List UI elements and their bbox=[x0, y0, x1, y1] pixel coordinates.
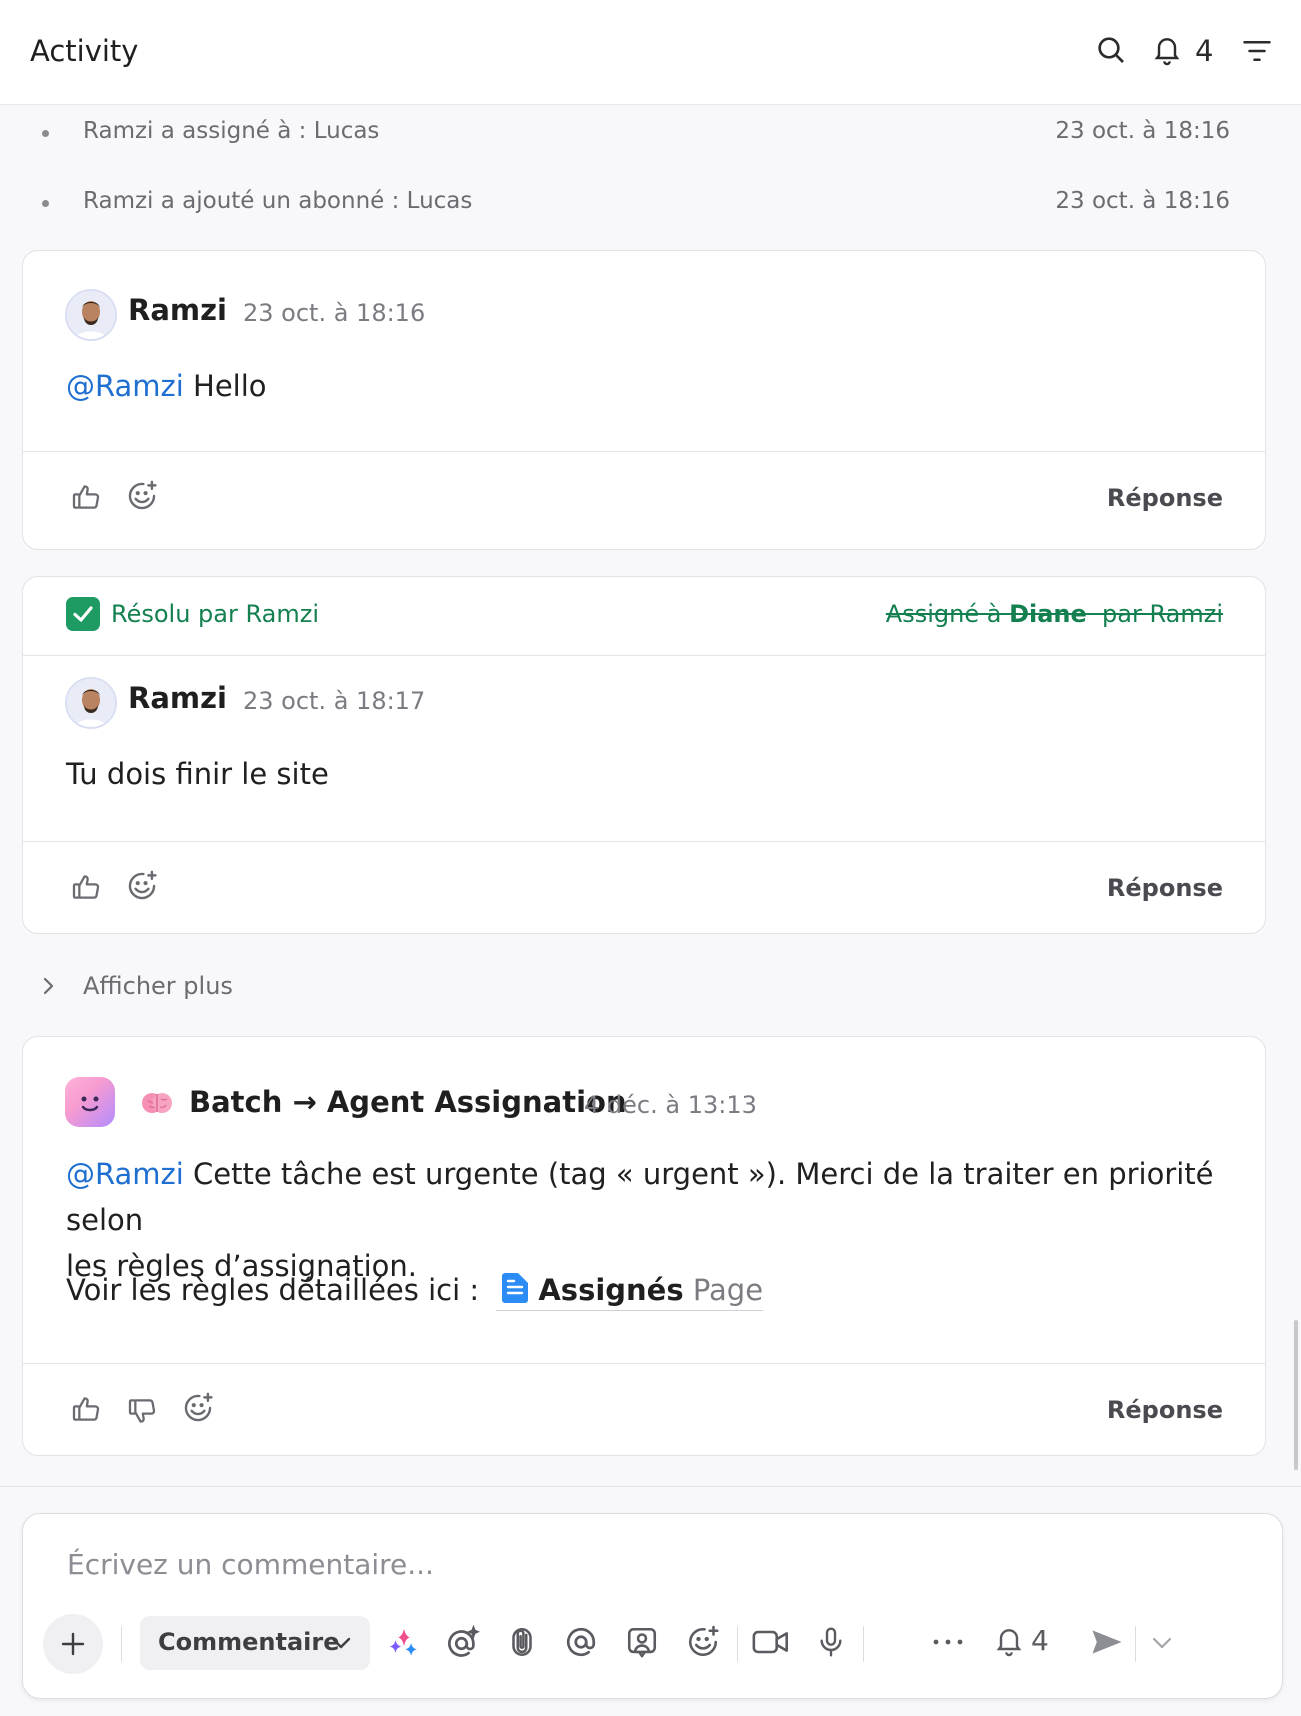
divider bbox=[23, 451, 1265, 452]
mention-ai-icon[interactable] bbox=[445, 1624, 481, 1660]
comment-type-dropdown[interactable]: Commentaire bbox=[140, 1616, 370, 1670]
comment-time: 4 déc. à 13:13 bbox=[584, 1091, 757, 1119]
doc-name: Assignés bbox=[538, 1273, 684, 1307]
history-item: Ramzi a ajouté un abonné : Lucas 23 oct.… bbox=[0, 182, 1270, 222]
history-text: Ramzi a ajouté un abonné : Lucas bbox=[83, 188, 473, 214]
history-item: Ramzi a assigné à : Lucas 23 oct. à 18:1… bbox=[0, 112, 1270, 152]
history-text: Ramzi a assigné à : Lucas bbox=[83, 118, 380, 144]
comment-author[interactable]: Batch → Agent Assignation bbox=[189, 1085, 627, 1119]
comment-time: 23 oct. à 18:17 bbox=[243, 687, 426, 715]
comment-author[interactable]: Ramzi bbox=[128, 681, 227, 715]
avatar bbox=[65, 289, 117, 341]
assign-icon[interactable] bbox=[625, 1624, 659, 1660]
comment-type-label: Commentaire bbox=[158, 1628, 340, 1656]
history-time: 23 oct. à 18:16 bbox=[1055, 118, 1230, 144]
chevron-right-icon bbox=[43, 977, 54, 995]
thumbs-up-icon[interactable] bbox=[70, 1393, 102, 1425]
ai-sparkle-icon[interactable] bbox=[387, 1626, 421, 1660]
activity-feed: Ramzi a assigné à : Lucas 23 oct. à 18:1… bbox=[0, 106, 1301, 1486]
bell-icon[interactable] bbox=[1151, 33, 1183, 67]
document-icon bbox=[502, 1273, 529, 1303]
reply-button[interactable]: Réponse bbox=[1107, 874, 1223, 902]
assigned-suffix: par Ramzi bbox=[1086, 600, 1223, 628]
thumbs-down-icon[interactable] bbox=[126, 1395, 158, 1427]
add-reaction-icon[interactable] bbox=[181, 1391, 215, 1425]
video-icon[interactable] bbox=[751, 1626, 791, 1658]
mention-link[interactable]: @Ramzi bbox=[66, 369, 184, 403]
reply-button[interactable]: Réponse bbox=[1107, 484, 1223, 512]
thumbs-up-icon[interactable] bbox=[70, 481, 102, 513]
reply-button[interactable]: Réponse bbox=[1107, 1396, 1223, 1424]
comment-body: @Ramzi Hello bbox=[66, 363, 267, 409]
comment-body: Tu dois finir le site bbox=[66, 757, 329, 791]
comment-card: Résolu par Ramzi Assigné à Diane par Ram… bbox=[22, 576, 1266, 934]
search-icon[interactable] bbox=[1095, 34, 1127, 66]
avatar bbox=[65, 677, 117, 729]
history-time: 23 oct. à 18:16 bbox=[1055, 188, 1230, 214]
comment-text: Hello bbox=[183, 369, 267, 403]
divider bbox=[863, 1626, 864, 1662]
composer-area: Écrivez un commentaire... Commentaire 4 bbox=[0, 1486, 1301, 1716]
chevron-down-icon bbox=[331, 1637, 351, 1649]
at-mention-icon[interactable] bbox=[563, 1624, 599, 1660]
show-more-label: Afficher plus bbox=[83, 972, 233, 1000]
filter-icon[interactable] bbox=[1242, 38, 1272, 64]
notify-count[interactable]: 4 bbox=[1031, 1624, 1049, 1657]
plus-icon bbox=[61, 1632, 85, 1656]
bullet bbox=[42, 200, 49, 207]
activity-header: Activity 4 bbox=[0, 0, 1301, 105]
divider bbox=[737, 1626, 738, 1662]
divider bbox=[23, 841, 1265, 842]
divider bbox=[1135, 1626, 1136, 1662]
page-title: Activity bbox=[30, 34, 139, 68]
add-attachment-button[interactable] bbox=[43, 1614, 103, 1674]
comment-input[interactable]: Écrivez un commentaire... bbox=[67, 1548, 434, 1581]
divider bbox=[23, 655, 1265, 656]
doc-type: Page bbox=[692, 1273, 764, 1307]
scrollbar[interactable] bbox=[1294, 1320, 1298, 1470]
comment-card: Batch → Agent Assignation 4 déc. à 13:13… bbox=[22, 1036, 1266, 1456]
notify-bell-icon[interactable] bbox=[993, 1624, 1025, 1658]
more-options-icon[interactable] bbox=[931, 1636, 965, 1648]
divider bbox=[121, 1626, 122, 1662]
bot-avatar bbox=[65, 1077, 115, 1127]
comment-author[interactable]: Ramzi bbox=[128, 293, 227, 327]
show-more-button[interactable]: Afficher plus bbox=[0, 964, 400, 1008]
mention-link[interactable]: @Ramzi bbox=[66, 1157, 184, 1191]
divider bbox=[23, 1363, 1265, 1364]
rules-line: Voir les règles détaillées ici : Assigné… bbox=[66, 1267, 764, 1313]
notification-count[interactable]: 4 bbox=[1195, 34, 1213, 68]
add-reaction-icon[interactable] bbox=[125, 479, 159, 513]
assigned-prefix: Assigné à bbox=[885, 600, 1010, 628]
comment-card: Ramzi 23 oct. à 18:16 @Ramzi Hello Répon… bbox=[22, 250, 1266, 550]
thumbs-up-icon[interactable] bbox=[70, 871, 102, 903]
comment-text: Cette tâche est urgente (tag « urgent »)… bbox=[66, 1157, 1214, 1237]
add-reaction-icon[interactable] bbox=[125, 869, 159, 903]
comment-composer: Écrivez un commentaire... Commentaire 4 bbox=[22, 1513, 1283, 1699]
doc-link[interactable]: Assignés Page bbox=[496, 1270, 764, 1311]
assigned-name: Diane bbox=[1009, 600, 1087, 628]
rules-prefix: Voir les règles détaillées ici : bbox=[66, 1273, 480, 1307]
microphone-icon[interactable] bbox=[815, 1624, 847, 1660]
comment-time: 23 oct. à 18:16 bbox=[243, 299, 426, 327]
resolved-label: Résolu par Ramzi bbox=[111, 600, 319, 628]
bullet bbox=[42, 130, 49, 137]
brain-icon bbox=[142, 1093, 172, 1113]
paperclip-icon[interactable] bbox=[505, 1624, 539, 1660]
emoji-icon[interactable] bbox=[685, 1624, 721, 1660]
send-icon[interactable] bbox=[1089, 1626, 1125, 1658]
check-icon bbox=[66, 597, 100, 631]
send-options-chevron-icon[interactable] bbox=[1151, 1634, 1173, 1652]
assigned-change: Assigné à Diane par Ramzi bbox=[886, 600, 1223, 628]
